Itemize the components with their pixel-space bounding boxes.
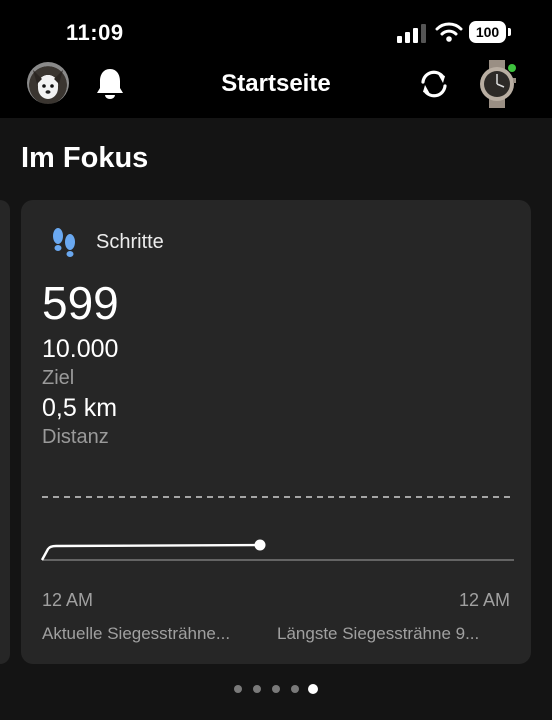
current-point xyxy=(254,539,266,551)
chart-time-end: 12 AM xyxy=(458,590,510,610)
dog-avatar-image xyxy=(33,70,63,99)
longest-streak: Längste Siegessträhne 9... xyxy=(277,624,480,643)
page-dot[interactable] xyxy=(253,685,261,693)
battery-icon: 100 xyxy=(469,21,513,43)
section-title: Im Fokus xyxy=(21,142,149,174)
page-dot[interactable] xyxy=(272,685,280,693)
page-dot[interactable] xyxy=(291,685,299,693)
page-dot[interactable] xyxy=(234,685,242,693)
signal-icon xyxy=(397,24,426,43)
top-bar: 11:09 100 Startseite xyxy=(0,0,552,118)
steps-value: 599 xyxy=(42,277,119,329)
bell-icon[interactable] xyxy=(94,66,126,102)
page-indicator[interactable] xyxy=(234,684,324,695)
card-title: Schritte xyxy=(96,231,164,253)
chart-time-start: 12 AM xyxy=(42,590,94,610)
status-time: 11:09 xyxy=(66,20,124,45)
distance-value: 0,5 km xyxy=(42,394,118,422)
wifi-icon xyxy=(435,22,463,42)
avatar[interactable] xyxy=(27,62,69,104)
goal-value: 10.000 xyxy=(42,335,119,363)
watch-connected-indicator xyxy=(508,64,516,72)
footsteps-icon xyxy=(53,228,75,257)
goal-label: Ziel xyxy=(42,367,75,389)
distance-label: Distanz xyxy=(42,426,109,448)
battery-tip xyxy=(508,28,511,36)
battery-level: 100 xyxy=(469,21,506,43)
current-streak: Aktuelle Siegessträhne... xyxy=(42,624,231,643)
previous-card-edge[interactable] xyxy=(0,200,10,664)
steps-card[interactable]: Schritte 599 10.000 Ziel 0,5 km Distanz … xyxy=(21,200,531,664)
page-title: Startseite xyxy=(221,70,331,97)
steps-chart xyxy=(40,496,514,561)
steps-curve xyxy=(40,543,261,561)
page-dot-active[interactable] xyxy=(308,684,318,694)
sync-icon[interactable] xyxy=(416,66,452,102)
